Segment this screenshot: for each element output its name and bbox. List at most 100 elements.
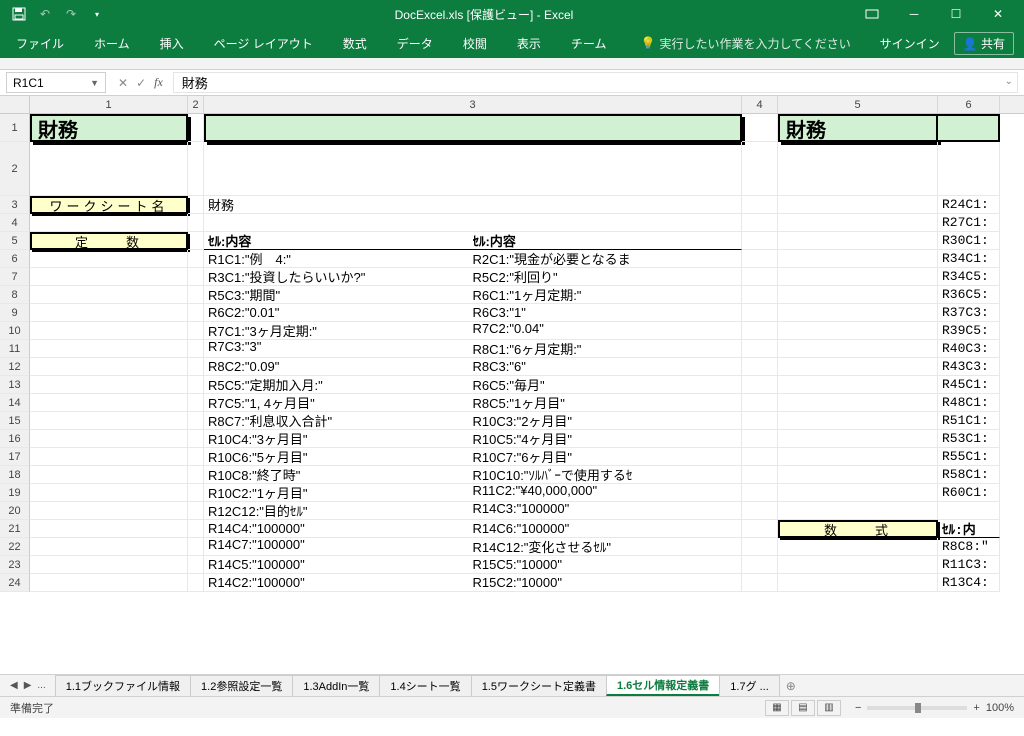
cell[interactable] [742, 394, 778, 412]
enter-icon[interactable]: ✓ [136, 76, 146, 90]
cell[interactable] [188, 430, 204, 448]
cell[interactable] [742, 304, 778, 322]
sheet-tab[interactable]: 1.5ワークシート定義書 [471, 675, 607, 696]
cell[interactable]: R10C4:"3ヶ月目"R10C5:"4ヶ月目" [204, 430, 742, 448]
cell[interactable] [742, 214, 778, 232]
row-header[interactable]: 22 [0, 538, 30, 556]
zoom-in-button[interactable]: + [973, 702, 979, 714]
cell[interactable] [30, 286, 188, 304]
cell-const-label[interactable]: 定 数 [30, 232, 188, 250]
cell[interactable] [742, 232, 778, 250]
cell[interactable] [742, 574, 778, 592]
row-header[interactable]: 13 [0, 376, 30, 394]
cell[interactable]: R8C2:"0.09"R8C3:"6" [204, 358, 742, 376]
sheet-tab[interactable]: 1.1ブックファイル情報 [55, 675, 191, 696]
maximize-icon[interactable]: ☐ [936, 2, 976, 26]
cell[interactable] [778, 466, 938, 484]
cell[interactable] [778, 214, 938, 232]
cell[interactable] [938, 142, 1000, 196]
cell[interactable]: R14C7:"100000"R14C12:"変化させるｾﾙ" [204, 538, 742, 556]
cell[interactable] [30, 556, 188, 574]
cell[interactable]: R58C1: [938, 466, 1000, 484]
cell[interactable] [778, 484, 938, 502]
cell[interactable] [188, 196, 204, 214]
col-header[interactable]: 2 [188, 96, 204, 113]
cell[interactable] [778, 574, 938, 592]
formula-input[interactable]: 財務 ⌄ [173, 72, 1018, 93]
row-header[interactable]: 20 [0, 502, 30, 520]
cell[interactable]: R53C1: [938, 430, 1000, 448]
row-header[interactable]: 11 [0, 340, 30, 358]
cell[interactable]: R27C1: [938, 214, 1000, 232]
cell[interactable] [30, 484, 188, 502]
cell[interactable] [778, 250, 938, 268]
cell[interactable] [30, 250, 188, 268]
view-normal-icon[interactable]: ▦ [765, 700, 789, 716]
col-header[interactable]: 5 [778, 96, 938, 113]
row-header[interactable]: 1 [0, 114, 30, 142]
cell[interactable] [742, 286, 778, 304]
cell[interactable] [30, 214, 188, 232]
name-box[interactable]: R1C1 ▼ [6, 72, 106, 93]
cell[interactable] [188, 304, 204, 322]
cell[interactable]: R7C3:"3"R8C1:"6ヶ月定期:" [204, 340, 742, 358]
cell[interactable] [742, 412, 778, 430]
cell[interactable] [938, 114, 1000, 142]
cell[interactable]: R7C1:"3ヶ月定期:"R7C2:"0.04" [204, 322, 742, 340]
cell[interactable] [30, 394, 188, 412]
cell[interactable] [30, 538, 188, 556]
cell[interactable]: R51C1: [938, 412, 1000, 430]
cancel-icon[interactable]: ✕ [118, 76, 128, 90]
tell-me[interactable]: 💡 実行したい作業を入力してください [640, 35, 850, 52]
sheet-tab[interactable]: 1.4シート一覧 [379, 675, 471, 696]
signin-link[interactable]: サインイン [880, 35, 940, 52]
cell[interactable] [778, 340, 938, 358]
cell-title-mid[interactable] [204, 114, 742, 142]
select-all-corner[interactable] [0, 96, 30, 113]
cell[interactable] [778, 286, 938, 304]
cell[interactable] [778, 394, 938, 412]
cell[interactable] [188, 214, 204, 232]
cell[interactable]: R14C2:"100000"R15C2:"10000" [204, 574, 742, 592]
cell-wslabel[interactable]: ワークシート名 [30, 196, 188, 214]
row-header[interactable]: 24 [0, 574, 30, 592]
row-header[interactable]: 9 [0, 304, 30, 322]
cell[interactable] [778, 538, 938, 556]
cell[interactable] [778, 304, 938, 322]
formula-expand-icon[interactable]: ⌄ [1005, 76, 1013, 87]
cell[interactable] [188, 340, 204, 358]
sheet-tab[interactable]: 1.3AddIn一覧 [292, 675, 380, 696]
cell[interactable] [778, 376, 938, 394]
cell[interactable]: R43C3: [938, 358, 1000, 376]
cell[interactable] [742, 322, 778, 340]
cell[interactable] [742, 520, 778, 538]
cell[interactable]: R14C5:"100000"R15C5:"10000" [204, 556, 742, 574]
cell[interactable] [742, 340, 778, 358]
cell[interactable] [188, 322, 204, 340]
cell[interactable] [204, 214, 742, 232]
sheet-tab[interactable]: 1.2参照設定一覧 [190, 675, 293, 696]
cell[interactable]: R1C1:"例 4:"R2C1:"現金が必要となるま [204, 250, 742, 268]
row-header[interactable]: 15 [0, 412, 30, 430]
name-box-dropdown-icon[interactable]: ▼ [90, 78, 99, 88]
cell[interactable] [188, 466, 204, 484]
cell[interactable]: R8C7:"利息収入合計"R10C3:"2ヶ月目" [204, 412, 742, 430]
row-header[interactable]: 12 [0, 358, 30, 376]
cell[interactable] [188, 376, 204, 394]
tab-pagelayout[interactable]: ページ レイアウト [208, 31, 319, 56]
sheet-nav-first-icon[interactable]: ◀ [10, 680, 18, 691]
cell[interactable] [188, 556, 204, 574]
cell[interactable] [742, 556, 778, 574]
cell[interactable] [742, 376, 778, 394]
cell[interactable] [778, 412, 938, 430]
sheet-nav-more[interactable]: ... [37, 680, 45, 691]
cell[interactable]: R55C1: [938, 448, 1000, 466]
cell[interactable]: R8C8:" [938, 538, 1000, 556]
cell[interactable]: R36C5: [938, 286, 1000, 304]
cell-wsname[interactable]: 財務 [204, 196, 742, 214]
row-header[interactable]: 16 [0, 430, 30, 448]
row-header[interactable]: 21 [0, 520, 30, 538]
tab-file[interactable]: ファイル [10, 31, 70, 56]
row-header[interactable]: 18 [0, 466, 30, 484]
zoom-thumb[interactable] [915, 703, 921, 713]
